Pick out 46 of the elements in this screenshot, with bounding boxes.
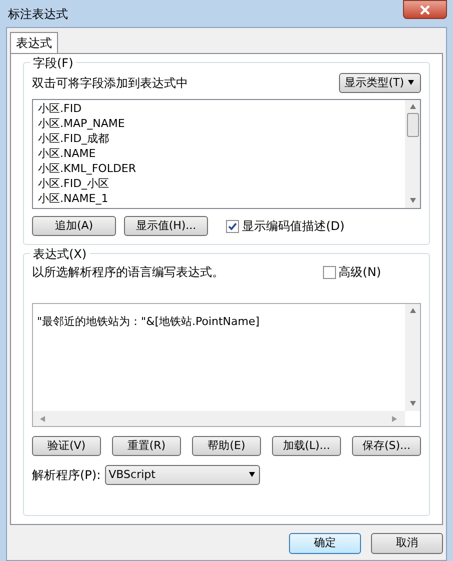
show-type-button[interactable]: 显示类型(T) [338, 73, 421, 93]
field-item[interactable]: 小区.NAME [38, 146, 400, 161]
expression-button[interactable]: 保存(S)... [352, 436, 421, 456]
field-item[interactable]: 小区.FID_小区 [38, 176, 400, 191]
group-title: 字段(F) [30, 54, 76, 72]
window-title: 标注表达式 [7, 6, 68, 22]
scrollbar[interactable] [405, 304, 420, 411]
expression-button[interactable]: 验证(V) [32, 436, 101, 456]
up-arrow-icon[interactable] [408, 103, 416, 111]
expression-button[interactable]: 重置(R) [112, 436, 181, 456]
caret-icon [248, 471, 256, 479]
checkbox[interactable] [322, 266, 336, 278]
horizontal-scrollbar[interactable] [33, 411, 405, 426]
field-button[interactable]: 追加(A) [32, 216, 116, 236]
close-button[interactable] [403, 0, 447, 19]
expression-button[interactable]: 帮助(E) [192, 436, 261, 456]
field-item[interactable]: 小区.FID_成都 [38, 131, 400, 146]
dialog-button[interactable]: 取消 [371, 533, 443, 554]
expression-field[interactable]: "最邻近的地铁站为："&[地铁站.PointName] [32, 303, 421, 427]
expression-button[interactable]: 加载(L)... [272, 436, 341, 456]
parser-label: 解析程序(P): [32, 467, 101, 484]
checkbox-label: 高级(N) [338, 264, 381, 281]
scrollbar[interactable] [405, 100, 420, 208]
field-item[interactable]: 小区.FID [38, 101, 400, 116]
down-arrow-icon[interactable] [408, 197, 416, 205]
caret-icon [407, 79, 415, 87]
checkbox-label: 显示编码值描述(D) [242, 218, 345, 235]
parser-dropdown[interactable]: VBScript [104, 465, 260, 485]
scroll-thumb[interactable] [406, 113, 418, 137]
field-item[interactable]: 小区.KML_FOLDER [38, 161, 400, 176]
up-arrow-icon[interactable] [408, 307, 416, 315]
expression-text: "最邻近的地铁站为："&[地铁站.PointName] [37, 315, 260, 328]
checkbox[interactable] [226, 220, 239, 232]
hint-text: 双击可将字段添加到表达式中 [32, 75, 188, 92]
hint-text: 以所选解析程序的语言编写表达式。 [32, 264, 224, 281]
left-arrow-icon[interactable] [39, 414, 47, 422]
field-item[interactable]: 小区.NAME_1 [38, 191, 400, 206]
field-button[interactable]: 显示值(H)... [124, 216, 208, 236]
tab[interactable]: 表达式 [10, 32, 58, 53]
group-title: 表达式(X) [30, 245, 90, 263]
dialog-button[interactable]: 确定 [289, 533, 361, 554]
right-arrow-icon[interactable] [391, 414, 399, 422]
down-arrow-icon[interactable] [408, 400, 416, 408]
parser-value: VBScript [108, 466, 156, 483]
field-item[interactable]: 小区.MAP_NAME [38, 116, 400, 131]
close-icon [420, 4, 430, 14]
